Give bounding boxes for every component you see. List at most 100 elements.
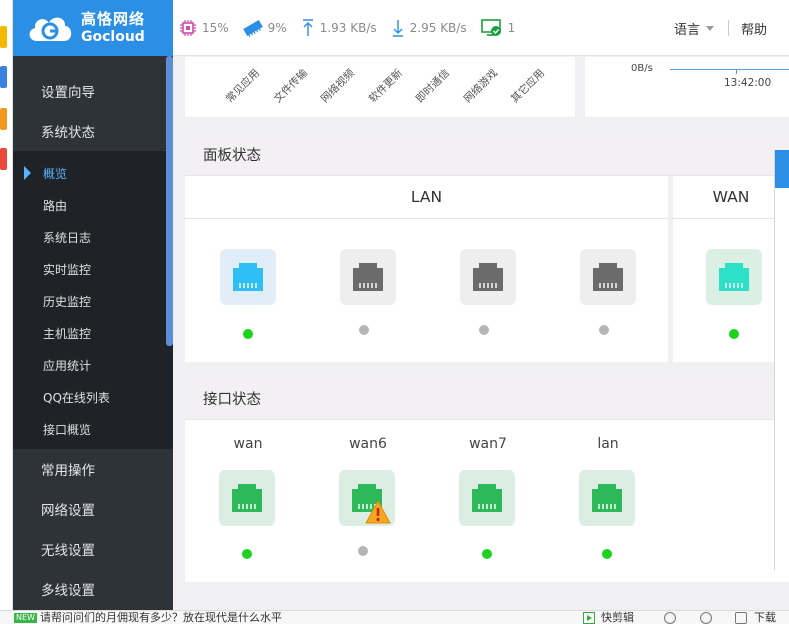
lan-port-2-status-dot bbox=[359, 325, 369, 335]
sidebar-scrollbar[interactable] bbox=[166, 56, 173, 346]
strip-bookmark-icon[interactable] bbox=[0, 108, 7, 130]
panel-status-card: 面板状态 LAN WAN bbox=[185, 133, 789, 362]
warning-icon bbox=[365, 500, 391, 524]
sidebar-subitem-overview[interactable]: 概览 bbox=[13, 157, 173, 189]
sidebar-subitem-system-log[interactable]: 系统日志 bbox=[13, 221, 173, 253]
play-icon bbox=[583, 612, 595, 624]
news-link[interactable]: 请帮问问们的月佣现有多少？放在现代是什么水平 bbox=[40, 611, 282, 624]
online-hosts-value: 1 bbox=[507, 20, 516, 35]
interface-wan7-status-dot bbox=[482, 549, 492, 559]
interface-name: wan7 bbox=[469, 436, 507, 452]
download-stat: 2.95 KB/s bbox=[391, 19, 467, 37]
traffic-chart: 0B/s 13:42:00 bbox=[585, 57, 789, 117]
sidebar-subitem-history-monitor[interactable]: 历史监控 bbox=[13, 285, 173, 317]
chart-category-label: 网络视频 bbox=[318, 67, 357, 106]
ethernet-port-icon bbox=[232, 484, 262, 512]
download-icon[interactable] bbox=[735, 612, 747, 624]
interface-wan[interactable] bbox=[219, 470, 275, 526]
chart-category-label: 常见应用 bbox=[223, 67, 262, 106]
lan-group-header: LAN bbox=[185, 176, 668, 219]
ethernet-port-icon bbox=[593, 263, 623, 291]
interface-wan7[interactable] bbox=[459, 470, 515, 526]
cpu-stat: 15% bbox=[179, 19, 229, 37]
strip-bookmark-icon[interactable] bbox=[0, 148, 7, 170]
lan-port-2[interactable] bbox=[340, 249, 396, 305]
router-admin-page: 高恪网络 Gocloud 设置向导 系统状态 概览 路由 系统日志 实时监控 历… bbox=[0, 0, 789, 624]
sidebar-item-common-ops[interactable]: 常用操作 bbox=[13, 449, 173, 489]
interface-name: wan6 bbox=[349, 436, 387, 452]
interface-name: lan bbox=[597, 436, 619, 452]
topbar-actions: 语言 帮助 bbox=[674, 0, 789, 56]
download-value: 2.95 KB/s bbox=[409, 20, 467, 35]
wan-port-1[interactable] bbox=[706, 249, 762, 305]
chart-category-label: 即时通信 bbox=[413, 67, 452, 106]
sidebar-subitem-qq-online[interactable]: QQ在线列表 bbox=[13, 381, 173, 413]
lan-port-3-status-dot bbox=[479, 325, 489, 335]
cpu-value: 15% bbox=[202, 20, 229, 35]
logo-name-cn: 高恪网络 bbox=[81, 10, 146, 28]
sidebar-subitem-routes[interactable]: 路由 bbox=[13, 189, 173, 221]
speed-icon[interactable] bbox=[664, 612, 676, 624]
system-status-submenu: 概览 路由 系统日志 实时监控 历史监控 主机监控 应用统计 QQ在线列表 接口… bbox=[13, 151, 173, 449]
sidebar-item-setup-wizard[interactable]: 设置向导 bbox=[13, 71, 173, 111]
sidebar-item-system-status[interactable]: 系统状态 bbox=[13, 111, 173, 151]
logo-name-en: Gocloud bbox=[81, 29, 145, 45]
y-axis-tick-label: 0B/s bbox=[631, 63, 653, 74]
browser-bottom-bar: NEW 请帮问问们的月佣现有多少？放在现代是什么水平 快剪辑 下载 bbox=[0, 610, 789, 624]
upload-stat: 1.93 KB/s bbox=[301, 18, 377, 37]
interface-wan6-status-dot bbox=[358, 546, 368, 556]
strip-bookmark-icon[interactable] bbox=[0, 26, 7, 48]
sidebar: 设置向导 系统状态 概览 路由 系统日志 实时监控 历史监控 主机监控 应用统计… bbox=[13, 56, 173, 610]
news-badge: NEW bbox=[14, 613, 37, 623]
quick-clip-button[interactable]: 快剪辑 bbox=[583, 611, 634, 624]
sidebar-item-wireless-settings[interactable]: 无线设置 bbox=[13, 529, 173, 569]
status-topbar: 15% 9% 1.93 KB/s 2.95 KB/s 1 语言 帮助 bbox=[173, 0, 789, 56]
chevron-down-icon bbox=[705, 25, 714, 31]
sidebar-subitem-host-monitor[interactable]: 主机监控 bbox=[13, 317, 173, 349]
interface-wan6[interactable] bbox=[339, 470, 395, 526]
lan-port-1-status-dot bbox=[243, 329, 253, 339]
main-content: 常见应用 文件传输 网络视频 软件更新 即时通信 网络游戏 其它应用 0B/s … bbox=[173, 57, 789, 610]
cloud-logo-icon bbox=[25, 11, 75, 45]
side-popup-header bbox=[775, 150, 789, 188]
strip-bookmark-icon[interactable] bbox=[0, 66, 7, 88]
online-hosts-stat[interactable]: 1 bbox=[480, 18, 516, 37]
interface-name: wan bbox=[233, 436, 263, 452]
language-label: 语言 bbox=[673, 22, 700, 38]
side-popup-panel[interactable] bbox=[774, 150, 789, 570]
app-stats-chart: 常见应用 文件传输 网络视频 软件更新 即时通信 网络游戏 其它应用 bbox=[185, 57, 575, 117]
chart-category-label: 软件更新 bbox=[366, 67, 405, 106]
language-dropdown[interactable]: 语言 bbox=[674, 19, 728, 38]
memory-value: 9% bbox=[267, 20, 287, 35]
x-axis-line bbox=[670, 69, 789, 70]
x-axis-tick bbox=[736, 69, 737, 74]
sidebar-subitem-realtime-monitor[interactable]: 实时监控 bbox=[13, 253, 173, 285]
sidebar-subitem-interface-overview[interactable]: 接口概览 bbox=[13, 413, 173, 445]
sidebar-subitem-app-stats[interactable]: 应用统计 bbox=[13, 349, 173, 381]
interface-lan-status-dot bbox=[602, 549, 612, 559]
ethernet-port-icon bbox=[719, 263, 749, 291]
interface-status-card: 接口状态 wan wan6 wan7 lan bbox=[185, 377, 789, 582]
logo-text: 高恪网络 Gocloud bbox=[81, 10, 146, 45]
brand-logo[interactable]: 高恪网络 Gocloud bbox=[13, 0, 173, 56]
chart-category-label: 文件传输 bbox=[271, 67, 310, 106]
chart-category-label: 其它应用 bbox=[508, 67, 547, 106]
quick-clip-label: 快剪辑 bbox=[601, 611, 634, 624]
ethernet-port-icon bbox=[472, 484, 502, 512]
lan-port-4-status-dot bbox=[599, 325, 609, 335]
upload-value: 1.93 KB/s bbox=[319, 20, 377, 35]
lan-port-3[interactable] bbox=[460, 249, 516, 305]
help-link[interactable]: 帮助 bbox=[729, 19, 789, 38]
download-label[interactable]: 下载 bbox=[754, 611, 776, 624]
lan-port-1[interactable] bbox=[220, 249, 276, 305]
sidebar-item-network-settings[interactable]: 网络设置 bbox=[13, 489, 173, 529]
download-arrow-icon bbox=[392, 19, 403, 37]
lan-port-4[interactable] bbox=[580, 249, 636, 305]
interface-lan[interactable] bbox=[579, 470, 635, 526]
ethernet-port-icon bbox=[592, 484, 622, 512]
cpu-icon bbox=[180, 19, 196, 36]
interface-status-title: 接口状态 bbox=[185, 377, 789, 420]
wan-port-1-status-dot bbox=[729, 329, 739, 339]
tool-icon[interactable] bbox=[700, 612, 712, 624]
sidebar-item-multiline-settings[interactable]: 多线设置 bbox=[13, 569, 173, 609]
